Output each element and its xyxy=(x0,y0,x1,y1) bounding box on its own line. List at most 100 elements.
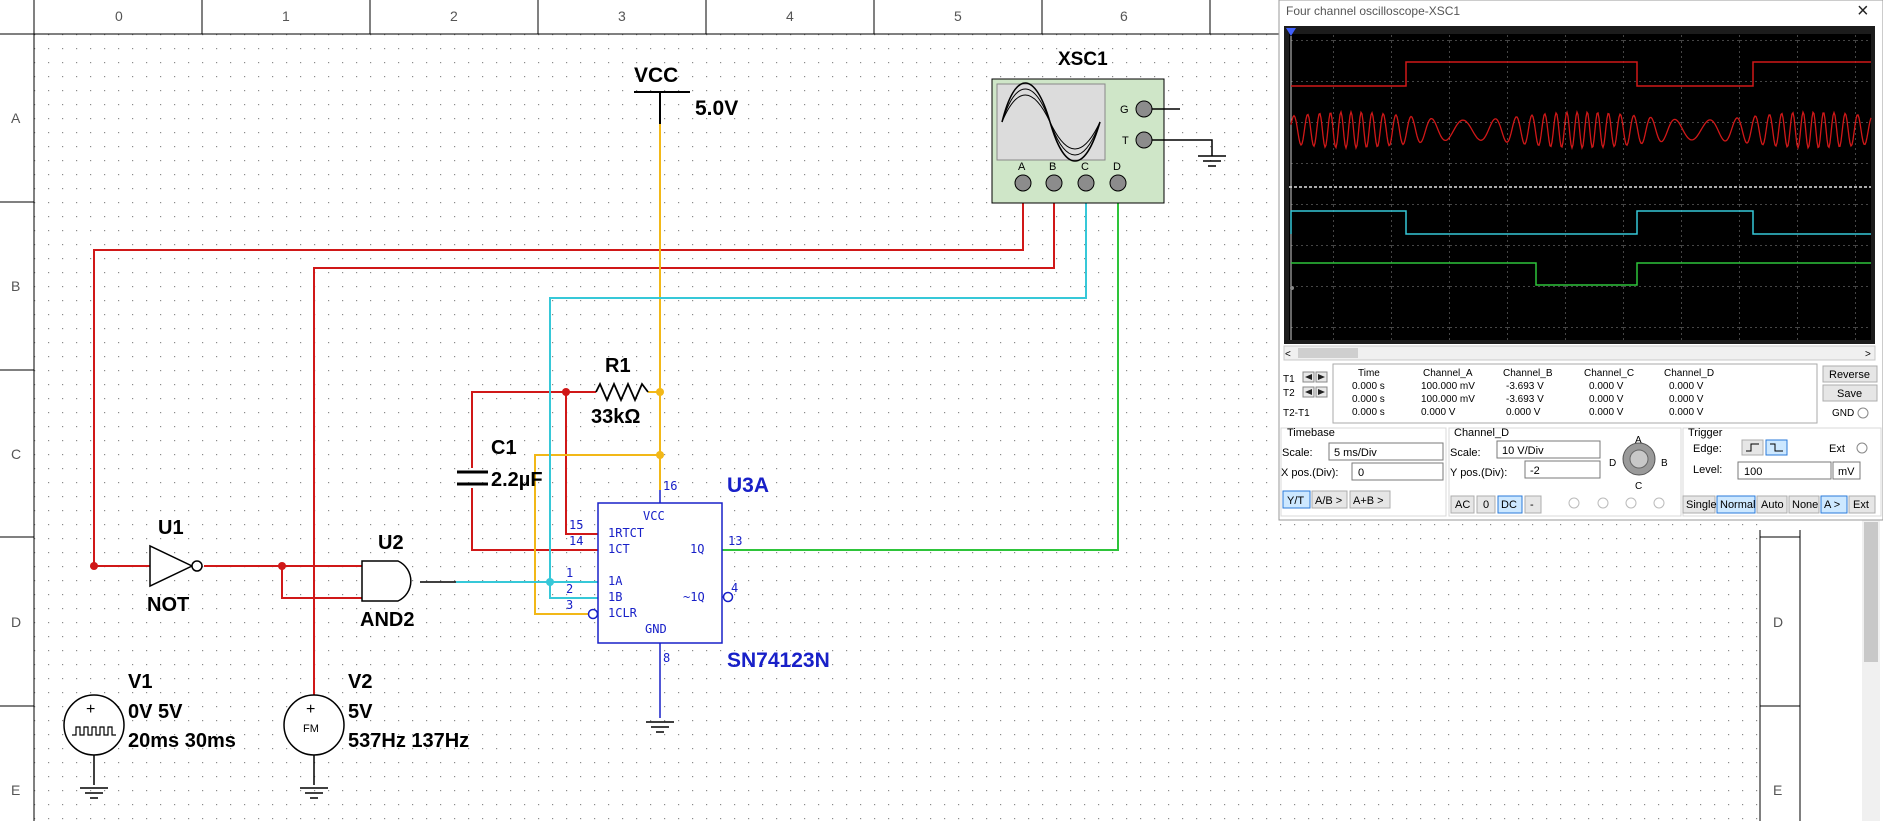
readout-cell: 0.000 V xyxy=(1506,407,1541,418)
pin-number: 8 xyxy=(663,651,670,665)
readout-row-label: T1 xyxy=(1283,374,1295,385)
scope-t-label: T xyxy=(1122,135,1129,147)
u1-label: U1 xyxy=(158,517,184,539)
readout-cell: 0.000 V xyxy=(1589,407,1624,418)
chevron-left-icon[interactable]: < xyxy=(1285,349,1291,360)
svg-text:Level:: Level: xyxy=(1693,464,1722,476)
svg-text:5 ms/Div: 5 ms/Div xyxy=(1334,447,1377,459)
v1-line2: 20ms 30ms xyxy=(128,730,236,752)
column-label: 0 xyxy=(115,8,123,24)
svg-text:A >: A > xyxy=(1824,499,1840,511)
svg-text:Y/T: Y/T xyxy=(1287,495,1304,507)
u2-label: U2 xyxy=(378,532,404,554)
scope-scrollbar[interactable] xyxy=(1283,345,1876,361)
svg-text:Ext: Ext xyxy=(1853,499,1869,511)
u3-label: U3A xyxy=(727,474,769,497)
scope-g-label: G xyxy=(1120,104,1129,116)
svg-text:Timebase: Timebase xyxy=(1287,427,1335,439)
svg-text:0: 0 xyxy=(1358,467,1364,479)
row-label: E xyxy=(1773,782,1782,798)
scope-scrollbar-thumb[interactable] xyxy=(1298,348,1358,358)
svg-text:-: - xyxy=(1530,499,1534,511)
plus-icon: + xyxy=(306,701,315,718)
readout-cell: 0.000 V xyxy=(1589,394,1624,405)
ext-radio[interactable] xyxy=(1856,442,1868,454)
column-label: 6 xyxy=(1120,8,1128,24)
svg-text:0: 0 xyxy=(1483,499,1489,511)
pin-number: 15 xyxy=(569,518,583,532)
scope-label: XSC1 xyxy=(1058,49,1108,70)
svg-text:Edge:: Edge: xyxy=(1693,443,1722,455)
svg-text:None: None xyxy=(1792,499,1818,511)
falling-edge-button[interactable] xyxy=(1765,439,1788,456)
readout-cell: 0.000 V xyxy=(1669,381,1704,392)
scope-terminal-label: A xyxy=(1018,161,1026,173)
svg-text:A/B >: A/B > xyxy=(1315,495,1342,507)
close-icon[interactable]: × xyxy=(1857,0,1869,22)
svg-text:Scale:: Scale: xyxy=(1450,447,1481,459)
svg-text:Auto: Auto xyxy=(1761,499,1784,511)
r1-value: 33kΩ xyxy=(591,406,640,428)
pin-label: 1A xyxy=(608,574,623,588)
readout-row-label: T2-T1 xyxy=(1283,408,1310,419)
gnd-label: GND xyxy=(1832,408,1854,419)
svg-text:Single: Single xyxy=(1686,499,1717,511)
svg-text:mV: mV xyxy=(1838,466,1855,478)
plus-icon: + xyxy=(86,701,95,718)
svg-text:D: D xyxy=(1609,458,1616,469)
readout-cell: 0.000 V xyxy=(1589,381,1624,392)
svg-text:Normal: Normal xyxy=(1720,499,1755,511)
row-label: C xyxy=(11,446,21,462)
u2-type: AND2 xyxy=(360,609,414,631)
pin-label: 1CT xyxy=(608,542,630,556)
pin-number: 4 xyxy=(731,581,738,595)
svg-text:C: C xyxy=(1635,481,1642,492)
row-label: A xyxy=(11,110,21,126)
r1-label: R1 xyxy=(605,355,631,377)
chevron-right-icon[interactable]: > xyxy=(1865,349,1871,360)
pin-number: 13 xyxy=(728,534,742,548)
column-label: 3 xyxy=(618,8,626,24)
gnd-radio[interactable] xyxy=(1857,407,1869,419)
readout-cell: 0.000 s xyxy=(1352,394,1385,405)
rising-edge-button[interactable] xyxy=(1741,439,1764,456)
pin-label: GND xyxy=(645,622,667,636)
fm-symbol: FM xyxy=(303,723,319,735)
pin-number: 3 xyxy=(566,598,573,612)
vcc-label: VCC xyxy=(634,64,678,87)
readout-cell: 0.000 s xyxy=(1352,407,1385,418)
readout-table xyxy=(1332,363,1818,424)
row-label: D xyxy=(1773,614,1783,630)
v2-line1: 5V xyxy=(348,701,373,723)
c1-label: C1 xyxy=(491,437,517,459)
pin-label: VCC xyxy=(643,509,665,523)
x-position-field[interactable] xyxy=(1351,462,1444,481)
row-label: D xyxy=(11,614,21,630)
readout-row-label: T2 xyxy=(1283,388,1295,399)
readout-header: Channel_B xyxy=(1503,368,1553,379)
row-label: E xyxy=(11,782,20,798)
svg-text:Scale:: Scale: xyxy=(1282,447,1313,459)
pin-label: 1RTCT xyxy=(608,526,644,540)
row-label: B xyxy=(11,278,20,294)
readout-cell: -3.693 V xyxy=(1506,394,1544,405)
window-title: Four channel oscilloscope-XSC1 xyxy=(1286,4,1460,18)
readout-cell: 0.000 V xyxy=(1669,407,1704,418)
svg-text:-2: -2 xyxy=(1530,465,1540,477)
readout-header: Channel_A xyxy=(1423,368,1473,379)
readout-cell: 0.000 V xyxy=(1421,407,1456,418)
svg-text:Ext: Ext xyxy=(1829,443,1845,455)
readout-cell: -3.693 V xyxy=(1506,381,1544,392)
vcc-value: 5.0V xyxy=(695,97,738,120)
pin-label: 1CLR xyxy=(608,606,638,620)
oscilloscope-window[interactable]: Four channel oscilloscope-XSC1 × < > Tim… xyxy=(1278,0,1883,521)
readout-cell: 100.000 mV xyxy=(1421,381,1475,392)
scrollbar-thumb[interactable] xyxy=(1864,522,1878,662)
svg-text:10 V/Div: 10 V/Div xyxy=(1502,445,1544,457)
v1-label: V1 xyxy=(128,671,152,693)
svg-text:A: A xyxy=(1635,435,1642,446)
column-label: 1 xyxy=(282,8,290,24)
u3-part: SN74123N xyxy=(727,649,830,672)
schematic-canvas[interactable]: 0 1 2 3 4 5 6 A B C D E C D E xyxy=(0,0,1883,821)
save-button-label: Save xyxy=(1837,388,1862,400)
